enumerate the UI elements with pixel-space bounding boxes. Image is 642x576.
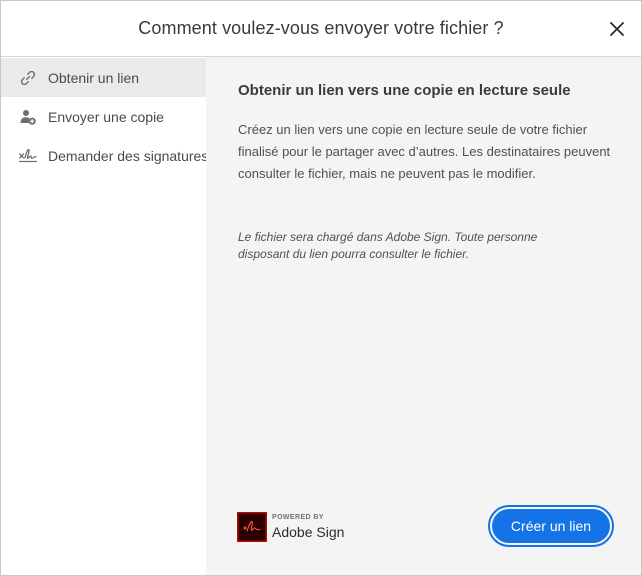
- brand-name: Adobe Sign: [272, 524, 345, 540]
- signature-icon: [19, 148, 37, 163]
- sidebar-item-get-link[interactable]: Obtenir un lien: [1, 58, 206, 97]
- sidebar-item-label: Envoyer une copie: [48, 109, 164, 125]
- content-title: Obtenir un lien vers une copie en lectur…: [238, 82, 571, 99]
- sidebar-item-request-signatures[interactable]: Demander des signatures: [1, 136, 209, 175]
- create-link-button[interactable]: Créer un lien: [488, 505, 614, 547]
- share-dialog: Comment voulez-vous envoyer votre fichie…: [0, 0, 642, 576]
- add-person-icon: [20, 110, 36, 125]
- powered-by-label: POWERED BY: [272, 514, 324, 521]
- dialog-title: Comment voulez-vous envoyer votre fichie…: [138, 18, 504, 38]
- close-button[interactable]: [605, 17, 629, 41]
- content-panel: Obtenir un lien vers une copie en lectur…: [206, 57, 641, 575]
- adobe-sign-logo: [237, 512, 267, 542]
- dialog-header: Comment voulez-vous envoyer votre fichie…: [1, 1, 641, 57]
- link-icon: [20, 70, 36, 86]
- content-description: Créez un lien vers une copie en lecture …: [238, 122, 611, 181]
- sidebar-item-label: Demander des signatures: [48, 148, 209, 164]
- sidebar: Obtenir un lien Envoyer une copie Demand…: [1, 57, 209, 575]
- dialog-body: Obtenir un lien Envoyer une copie Demand…: [1, 57, 641, 575]
- sidebar-item-send-copy[interactable]: Envoyer une copie: [1, 97, 206, 136]
- content-note: Le fichier sera chargé dans Adobe Sign. …: [238, 230, 538, 261]
- sidebar-item-label: Obtenir un lien: [48, 70, 140, 86]
- close-icon: [610, 22, 624, 36]
